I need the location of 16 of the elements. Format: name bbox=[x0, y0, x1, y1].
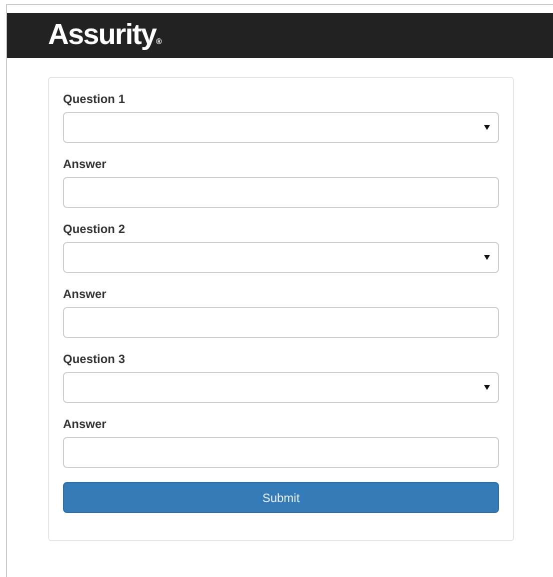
field-label: Question 3 bbox=[63, 352, 126, 366]
input-field[interactable] bbox=[63, 437, 499, 468]
field-label: Question 1 bbox=[63, 92, 126, 106]
dropdown[interactable] bbox=[63, 372, 499, 403]
caret-icon bbox=[484, 125, 490, 130]
dropdown[interactable] bbox=[63, 112, 499, 143]
input-field[interactable] bbox=[63, 307, 499, 338]
field-label: Answer bbox=[63, 417, 108, 431]
input-field[interactable] bbox=[63, 177, 499, 208]
field-label: Answer bbox=[63, 157, 108, 171]
caret-icon bbox=[484, 385, 490, 390]
submit-button[interactable]: Submit bbox=[63, 482, 499, 513]
field-label: Answer bbox=[63, 287, 108, 301]
caret-icon bbox=[484, 255, 490, 260]
field-label: Question 2 bbox=[63, 222, 126, 236]
dropdown[interactable] bbox=[63, 242, 499, 273]
